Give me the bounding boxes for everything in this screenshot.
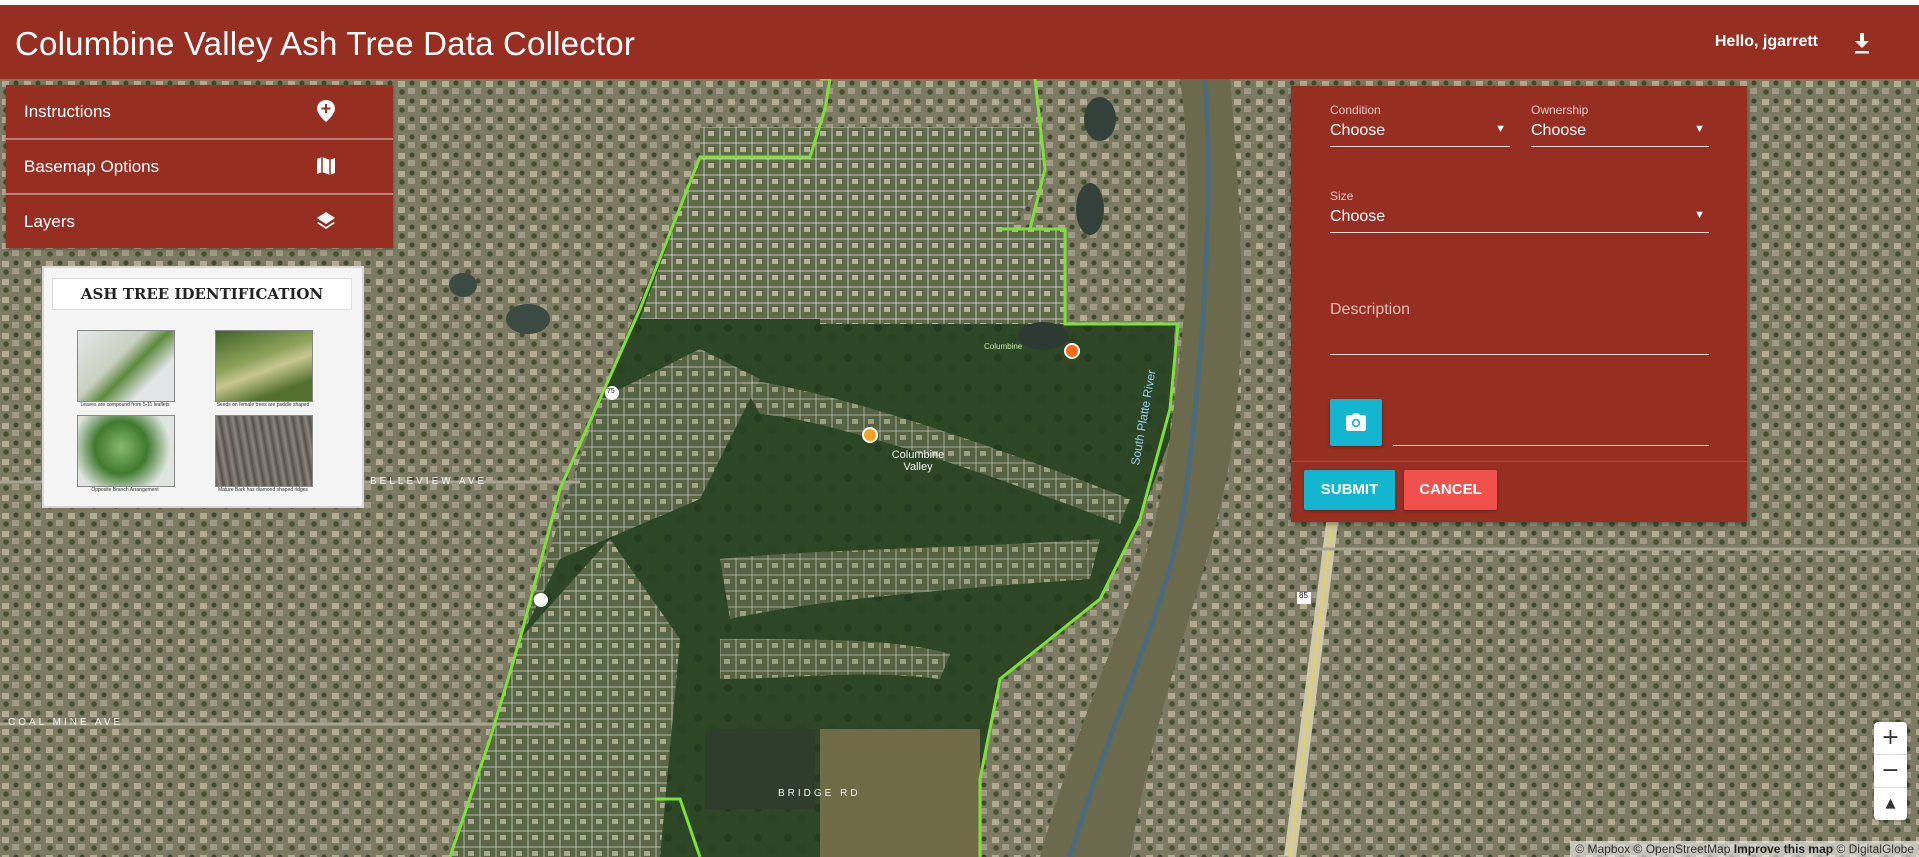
caption-compound: Leaves are compound from 5-11 leaflets (80, 402, 170, 408)
id-card-title: ASH TREE IDENTIFICATION (52, 278, 352, 310)
caption-seeds: Seeds on female trees are paddle shaped (216, 402, 310, 408)
menu-item-layers[interactable]: Layers (6, 195, 393, 248)
menu-label-layers: Layers (24, 212, 76, 231)
condition-value: Choose (1330, 122, 1386, 139)
photo-upload-button[interactable] (1330, 399, 1382, 446)
file-name-field[interactable] (1393, 445, 1709, 446)
cancel-button[interactable]: CANCEL (1404, 470, 1497, 510)
seed-photo (215, 330, 313, 402)
chevron-down-icon: ▼ (1694, 123, 1705, 135)
tree-data-form: Condition Choose ▼ Ownership Choose ▼ Si… (1291, 86, 1747, 522)
chevron-down-icon: ▼ (1694, 209, 1705, 221)
map-label-lake: Columbine (984, 342, 1023, 351)
leaf-photo-compound (77, 330, 175, 402)
zoom-out-button[interactable]: − (1874, 755, 1907, 787)
improve-map-link[interactable]: Improve this map (1734, 842, 1833, 856)
route-label: 75 (607, 388, 615, 395)
condition-select[interactable]: Choose ▼ (1330, 119, 1510, 147)
ownership-select[interactable]: Choose ▼ (1531, 119, 1709, 147)
caption-branch: Opposite Branch Arrangement (91, 487, 159, 493)
attribution-digitalglobe: © DigitalGlobe (1836, 842, 1914, 856)
chevron-down-icon: ▼ (1495, 123, 1506, 135)
add-location-icon (317, 100, 335, 122)
ownership-value: Choose (1531, 122, 1587, 139)
description-field[interactable]: Description (1330, 285, 1709, 355)
branch-photo (77, 415, 175, 487)
download-icon[interactable] (1851, 31, 1873, 57)
attribution-mapbox-link[interactable]: © Mapbox (1575, 842, 1630, 856)
menu-item-instructions[interactable]: Instructions (6, 85, 393, 140)
map-label-columbine-valley: Columbine Valley (891, 449, 945, 473)
street-label-coal-mine: COAL MINE AVE (8, 717, 124, 728)
menu-item-basemap-options[interactable]: Basemap Options (6, 140, 393, 195)
user-greeting[interactable]: Hello, jgarrett (1715, 33, 1818, 51)
menu-label-basemap-options: Basemap Options (24, 157, 160, 176)
camera-icon (1346, 413, 1366, 431)
map-attribution: © Mapbox © OpenStreetMap Improve this ma… (1570, 841, 1919, 857)
zoom-in-button[interactable]: + (1874, 722, 1907, 754)
compass-button[interactable]: ▲ (1874, 788, 1907, 820)
size-label: Size (1330, 189, 1354, 203)
street-label-belleview: BELLEVIEW AVE (370, 476, 488, 487)
size-value: Choose (1330, 208, 1386, 225)
size-select[interactable]: Choose ▼ (1330, 205, 1709, 233)
submit-button[interactable]: SUBMIT (1304, 470, 1395, 510)
app-bar: Columbine Valley Ash Tree Data Collector… (0, 5, 1919, 79)
route-85-label: 85 (1299, 591, 1308, 600)
attribution-osm-link[interactable]: © OpenStreetMap (1634, 842, 1731, 856)
zoom-control: + − ▲ (1874, 722, 1907, 820)
form-divider (1291, 461, 1747, 462)
condition-label: Condition (1330, 103, 1381, 117)
ash-tree-identification-card: ASH TREE IDENTIFICATION Leaves are compo… (42, 266, 364, 508)
menu-label-instructions: Instructions (24, 102, 111, 121)
street-label-bridge: BRIDGE RD (778, 788, 861, 799)
description-placeholder: Description (1330, 301, 1411, 318)
side-menu: Instructions Basemap Options Layers (6, 85, 393, 248)
layers-icon (317, 212, 335, 229)
app-title: Columbine Valley Ash Tree Data Collector (15, 25, 636, 62)
bark-photo (215, 415, 313, 487)
map-icon (317, 157, 335, 175)
caption-bark: Mature Bark has diamond shaped ridges (217, 487, 309, 493)
ownership-label: Ownership (1531, 103, 1589, 117)
